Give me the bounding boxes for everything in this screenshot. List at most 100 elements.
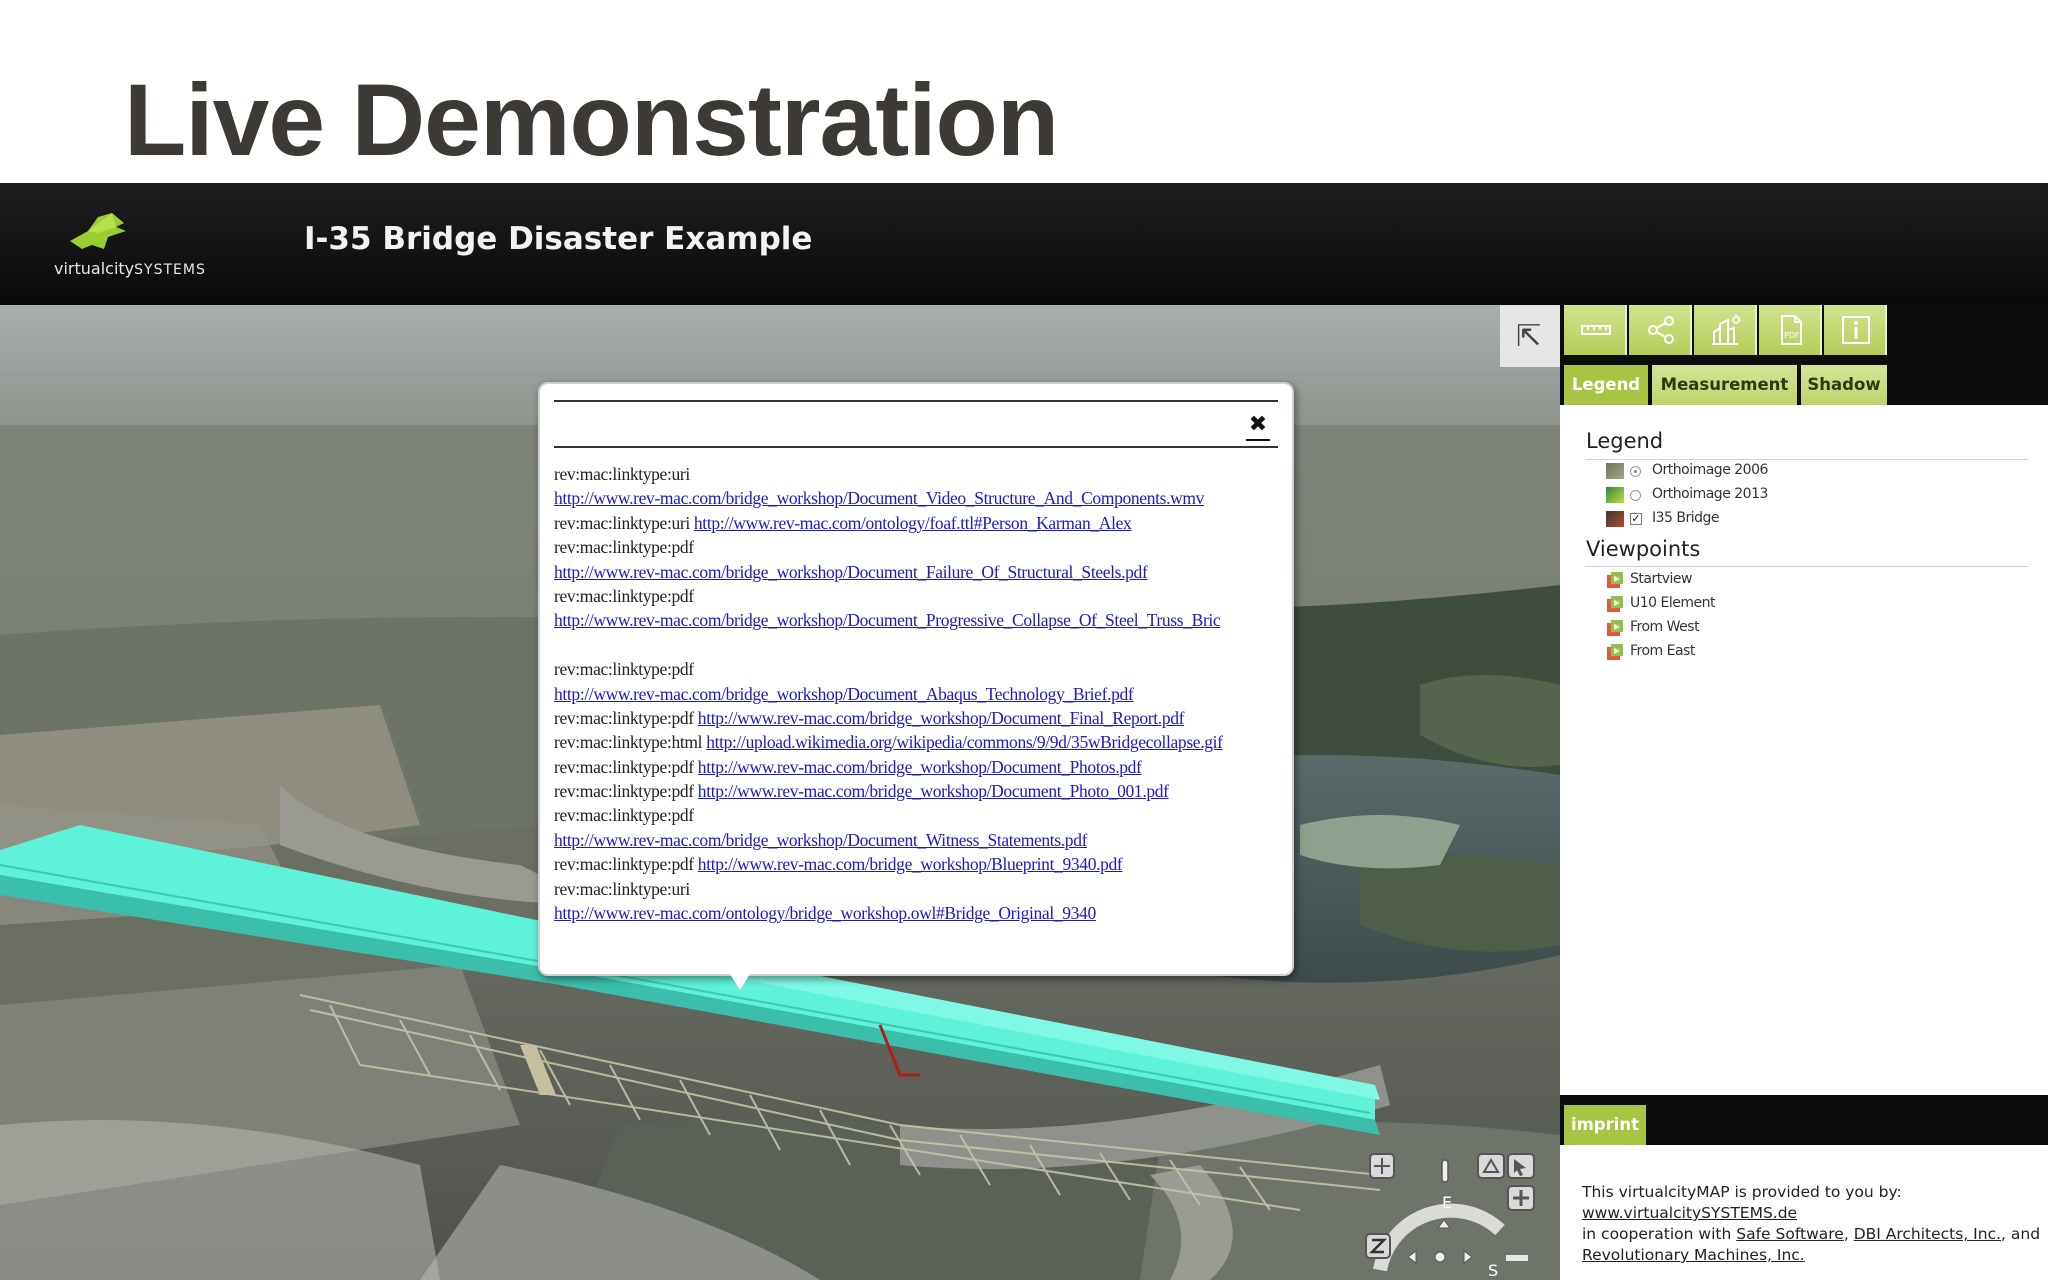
popup-body: rev:mac:linktype:uri http://www.rev-mac.c… xyxy=(554,462,1292,925)
resource-link[interactable]: http://www.rev-mac.com/bridge_workshop/B… xyxy=(698,854,1123,874)
linktype-label: rev:mac:linktype:pdf xyxy=(554,756,694,777)
popup-top-rule xyxy=(554,400,1278,402)
popup-link-row: rev:mac:linktype:html http://upload.wiki… xyxy=(554,730,1292,754)
viewpoint-label: Startview xyxy=(1630,571,1692,587)
compass-ring[interactable]: E S xyxy=(1373,1193,1505,1280)
linktype-label: rev:mac:linktype:pdf xyxy=(554,707,694,728)
imprint-link-revmac[interactable]: Revolutionary Machines, Inc. xyxy=(1582,1246,1805,1264)
resource-link[interactable]: http://www.rev-mac.com/bridge_workshop/D… xyxy=(698,708,1185,728)
popup-tail xyxy=(730,974,750,990)
z-rotate-icon[interactable] xyxy=(1365,1233,1391,1259)
logo-mark-icon xyxy=(70,213,126,249)
legend-label: Orthoimage 2013 xyxy=(1652,486,1768,502)
shadow-tool-button[interactable] xyxy=(1694,305,1757,355)
tab-shadow[interactable]: Shadow xyxy=(1801,365,1887,405)
legend-title: Legend xyxy=(1586,429,1664,453)
imprint-line: in cooperation with xyxy=(1582,1225,1737,1243)
info-button[interactable] xyxy=(1824,305,1887,355)
svg-text:PDF: PDF xyxy=(1784,331,1800,340)
linktype-label: rev:mac:linktype:pdf xyxy=(554,805,694,826)
imprint-sep: , xyxy=(1843,1225,1854,1243)
linktype-label: rev:mac:linktype:pdf xyxy=(554,659,694,680)
measure-ruler-icon xyxy=(1581,325,1611,335)
popup-link-row: rev:mac:linktype:pdf xyxy=(554,584,1292,608)
viewpoint-label: From East xyxy=(1630,643,1695,659)
resource-link[interactable]: http://www.rev-mac.com/bridge_workshop/D… xyxy=(554,562,1148,582)
viewpoints-title: Viewpoints xyxy=(1586,537,1701,561)
popup-link-row: rev:mac:linktype:uri xyxy=(554,462,1292,486)
popup-link-row xyxy=(554,633,1292,657)
grid-view-icon[interactable] xyxy=(1369,1153,1395,1179)
popup-link-row: rev:mac:linktype:pdf xyxy=(554,803,1292,827)
virtualcity-logo[interactable]: virtualcitySYSTEMS xyxy=(54,211,206,281)
popup-link-row: http://www.rev-mac.com/bridge_workshop/D… xyxy=(554,486,1292,510)
popup-link-row: http://www.rev-mac.com/bridge_workshop/D… xyxy=(554,828,1292,852)
popup-link-row: rev:mac:linktype:pdf http://www.rev-mac.… xyxy=(554,852,1292,876)
navigation-widget[interactable]: E S xyxy=(1356,1140,1556,1280)
resource-link[interactable]: http://www.rev-mac.com/bridge_workshop/D… xyxy=(554,610,1221,630)
popup-link-row: http://www.rev-mac.com/ontology/bridge_w… xyxy=(554,901,1292,925)
legend-rule xyxy=(1586,459,2028,460)
viewpoint-icon xyxy=(1607,620,1623,636)
imprint-link-vcs[interactable]: www.virtualcitySYSTEMS.de xyxy=(1582,1204,1797,1222)
tilt-slider[interactable] xyxy=(1441,1159,1449,1183)
right-panel: PDF Legend Measurement Shadow Legend Ort… xyxy=(1560,305,2048,1280)
close-icon[interactable]: ✖ xyxy=(1244,411,1272,439)
compass-e-label: E xyxy=(1442,1193,1452,1212)
resource-link[interactable]: http://upload.wikimedia.org/wikipedia/co… xyxy=(706,732,1223,752)
zoom-in-button[interactable] xyxy=(1507,1185,1535,1211)
linktype-label: rev:mac:linktype:pdf xyxy=(554,537,694,558)
linktype-label: rev:mac:linktype:uri xyxy=(554,464,690,484)
viewpoint-icon xyxy=(1607,596,1623,612)
pointer-icon[interactable] xyxy=(1507,1153,1535,1179)
pdf-export-button[interactable]: PDF xyxy=(1759,305,1822,355)
popup-link-row: rev:mac:linktype:pdf http://www.rev-mac.… xyxy=(554,706,1292,730)
popup-link-row: http://www.rev-mac.com/bridge_workshop/D… xyxy=(554,682,1292,706)
orthoimage-thumbnail-icon xyxy=(1606,463,1624,479)
popup-link-row: http://www.rev-mac.com/bridge_workshop/D… xyxy=(554,608,1292,632)
resource-link[interactable]: http://www.rev-mac.com/bridge_workshop/D… xyxy=(554,488,1204,508)
resource-link[interactable]: http://www.rev-mac.com/ontology/foaf.ttl… xyxy=(694,513,1132,533)
imprint-link-safe[interactable]: Safe Software xyxy=(1736,1225,1844,1243)
viewpoint-icon xyxy=(1607,572,1623,588)
bridge-layer-icon xyxy=(1606,511,1624,527)
tab-imprint[interactable]: imprint xyxy=(1564,1105,1646,1145)
layer-checkbox[interactable]: ✓ xyxy=(1630,513,1642,525)
measure-button[interactable] xyxy=(1564,305,1627,355)
linktype-label: rev:mac:linktype:pdf xyxy=(554,854,694,875)
legend-label: Orthoimage 2006 xyxy=(1652,462,1768,478)
open-external-button[interactable]: ⇱ xyxy=(1500,305,1560,367)
info-icon xyxy=(1842,316,1870,344)
tab-legend[interactable]: Legend xyxy=(1564,365,1648,405)
pdf-icon: PDF xyxy=(1781,315,1802,345)
imprint-link-dbi[interactable]: DBI Architects, Inc. xyxy=(1854,1225,2001,1243)
resource-link[interactable]: http://www.rev-mac.com/ontology/bridge_w… xyxy=(554,903,1096,923)
share-button[interactable] xyxy=(1629,305,1692,355)
radio-button[interactable] xyxy=(1630,466,1641,477)
resource-link[interactable]: http://www.rev-mac.com/bridge_workshop/D… xyxy=(698,757,1142,777)
feature-info-popup: ✖ rev:mac:linktype:uri http://www.rev-mac… xyxy=(538,382,1294,976)
imprint-line: This virtualcityMAP is provided to you b… xyxy=(1582,1183,1902,1201)
navigation-controls: E S xyxy=(1365,1153,1535,1280)
viewpoint-label: U10 Element xyxy=(1630,595,1715,611)
tab-measurement[interactable]: Measurement xyxy=(1652,365,1797,405)
popup-link-row: rev:mac:linktype:pdf http://www.rev-mac.… xyxy=(554,779,1292,803)
resource-link[interactable]: http://www.rev-mac.com/bridge_workshop/D… xyxy=(698,781,1169,801)
viewpoint-label: From West xyxy=(1630,619,1700,635)
app-title: I-35 Bridge Disaster Example xyxy=(304,221,813,257)
share-icon xyxy=(1648,316,1674,344)
resource-link[interactable]: http://www.rev-mac.com/bridge_workshop/D… xyxy=(554,684,1134,704)
popup-header-rule xyxy=(554,446,1278,448)
resource-link[interactable]: http://www.rev-mac.com/bridge_workshop/D… xyxy=(554,830,1087,850)
linktype-label: rev:mac:linktype:pdf xyxy=(554,585,694,606)
radio-button[interactable] xyxy=(1630,490,1641,501)
perspective-icon[interactable] xyxy=(1477,1153,1505,1179)
viewpoint-icon xyxy=(1607,644,1623,660)
orthoimage-thumbnail-icon xyxy=(1606,487,1624,503)
popup-link-row: rev:mac:linktype:pdf http://www.rev-mac.… xyxy=(554,755,1292,779)
popup-link-row: rev:mac:linktype:uri http://www.rev-mac.… xyxy=(554,511,1292,535)
popup-link-row: http://www.rev-mac.com/bridge_workshop/D… xyxy=(554,560,1292,584)
logo-text: virtualcitySYSTEMS xyxy=(54,259,206,278)
imprint-sep: , and xyxy=(2001,1225,2041,1243)
imprint-text: This virtualcityMAP is provided to you b… xyxy=(1582,1182,2042,1266)
